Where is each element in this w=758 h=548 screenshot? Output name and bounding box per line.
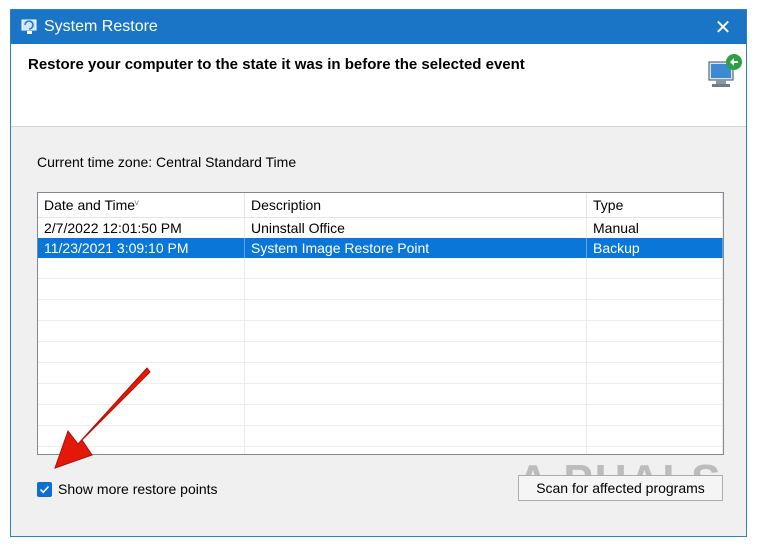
red-annotation-arrow-icon bbox=[54, 367, 151, 469]
